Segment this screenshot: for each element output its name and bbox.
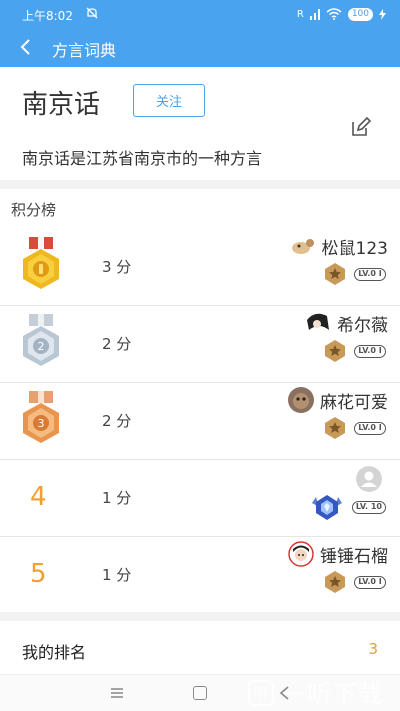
avatar[interactable] <box>289 233 316 259</box>
watermark-logo: 听 <box>248 679 274 706</box>
diamond-rank-icon <box>311 495 342 520</box>
score: 2 分 <box>102 412 132 430</box>
score: 2 分 <box>102 335 132 353</box>
rank-number: 4 <box>30 482 47 512</box>
badges: LV.0 I <box>324 570 386 594</box>
score: 3 分 <box>102 258 132 276</box>
badges: LV.0 I <box>324 416 386 440</box>
signal-icon <box>309 8 320 20</box>
star-rank-icon <box>325 417 345 439</box>
user-info <box>356 466 388 492</box>
svg-text:3: 3 <box>38 417 45 430</box>
dialect-header: 南京话 关注 南京话是江苏省南京市的一种方言 <box>0 67 400 180</box>
section-divider <box>0 612 400 621</box>
silver-medal-icon: 2 <box>23 314 59 366</box>
follow-button[interactable]: 关注 <box>133 84 205 117</box>
watermark-text: 一听下载 <box>282 679 383 709</box>
leaderboard-row[interactable]: 3 分 松鼠123 LV.0 I <box>0 229 400 306</box>
star-rank-icon <box>325 340 345 362</box>
charging-icon <box>379 8 386 20</box>
nav-row: 方言词典 <box>0 30 400 64</box>
battery-indicator: 100 <box>347 7 373 21</box>
section-divider <box>0 180 400 189</box>
username: 希尔薇 <box>337 315 388 336</box>
my-rank-label: 我的排名 <box>22 643 87 662</box>
home-icon[interactable] <box>193 686 207 700</box>
score: 1 分 <box>102 566 132 584</box>
score: 1 分 <box>102 489 132 507</box>
edit-icon[interactable] <box>350 116 372 138</box>
back-arrow-icon[interactable] <box>16 35 36 59</box>
leaderboard-row[interactable]: 4 1 分 LV. 10 <box>0 460 400 537</box>
username: 松鼠123 <box>321 238 388 259</box>
bronze-medal-icon: 3 <box>23 391 59 443</box>
default-avatar-icon[interactable] <box>356 466 382 492</box>
status-time: 上午8:02 <box>22 9 73 23</box>
star-rank-icon <box>325 263 345 285</box>
user-info: 锤锤石榴 <box>288 541 388 567</box>
dialect-description: 南京话是江苏省南京市的一种方言 <box>22 149 263 168</box>
user-info: 麻花可爱 <box>288 387 388 413</box>
user-info: 希尔薇 <box>305 310 388 336</box>
level-badge: LV. 10 <box>351 500 386 514</box>
status-bar: 上午8:02 R 100 <box>0 0 400 28</box>
gold-medal-icon <box>23 237 59 289</box>
page-title: 方言词典 <box>52 41 117 60</box>
avatar[interactable] <box>288 387 314 413</box>
leaderboard-row[interactable]: 2 2 分 希尔薇 LV.0 I <box>0 306 400 383</box>
watermark: 听 一听下载 <box>248 674 398 711</box>
svg-text:2: 2 <box>38 340 45 353</box>
level-badge: LV.0 I <box>354 267 386 281</box>
star-rank-icon <box>325 571 345 593</box>
wifi-icon <box>326 8 342 20</box>
leaderboard-title: 积分榜 <box>11 201 57 219</box>
dialect-name: 南京话 <box>22 90 101 120</box>
username: 锤锤石榴 <box>320 546 388 567</box>
mute-icon <box>86 7 98 19</box>
badges: LV.0 I <box>324 262 386 286</box>
badges: LV.0 I <box>324 339 386 363</box>
avatar[interactable] <box>305 310 331 336</box>
level-badge: LV.0 I <box>354 344 386 358</box>
rank-number: 5 <box>30 559 47 589</box>
level-badge: LV.0 I <box>354 575 386 589</box>
username: 麻花可爱 <box>320 392 388 413</box>
badges: LV. 10 <box>310 493 386 521</box>
menu-icon[interactable] <box>110 686 124 700</box>
my-rank-value: 3 <box>368 640 378 658</box>
status-right: R 100 <box>297 6 386 22</box>
level-badge: LV.0 I <box>354 421 386 435</box>
avatar[interactable] <box>288 541 314 567</box>
leaderboard-row[interactable]: 5 1 分 锤锤石榴 LV.0 I <box>0 537 400 614</box>
leaderboard-row[interactable]: 3 2 分 麻花可爱 LV.0 I <box>0 383 400 460</box>
top-bar: 上午8:02 R 100 方言词典 <box>0 0 400 67</box>
user-info: 松鼠123 <box>289 233 388 259</box>
signal-text: R <box>296 8 304 20</box>
